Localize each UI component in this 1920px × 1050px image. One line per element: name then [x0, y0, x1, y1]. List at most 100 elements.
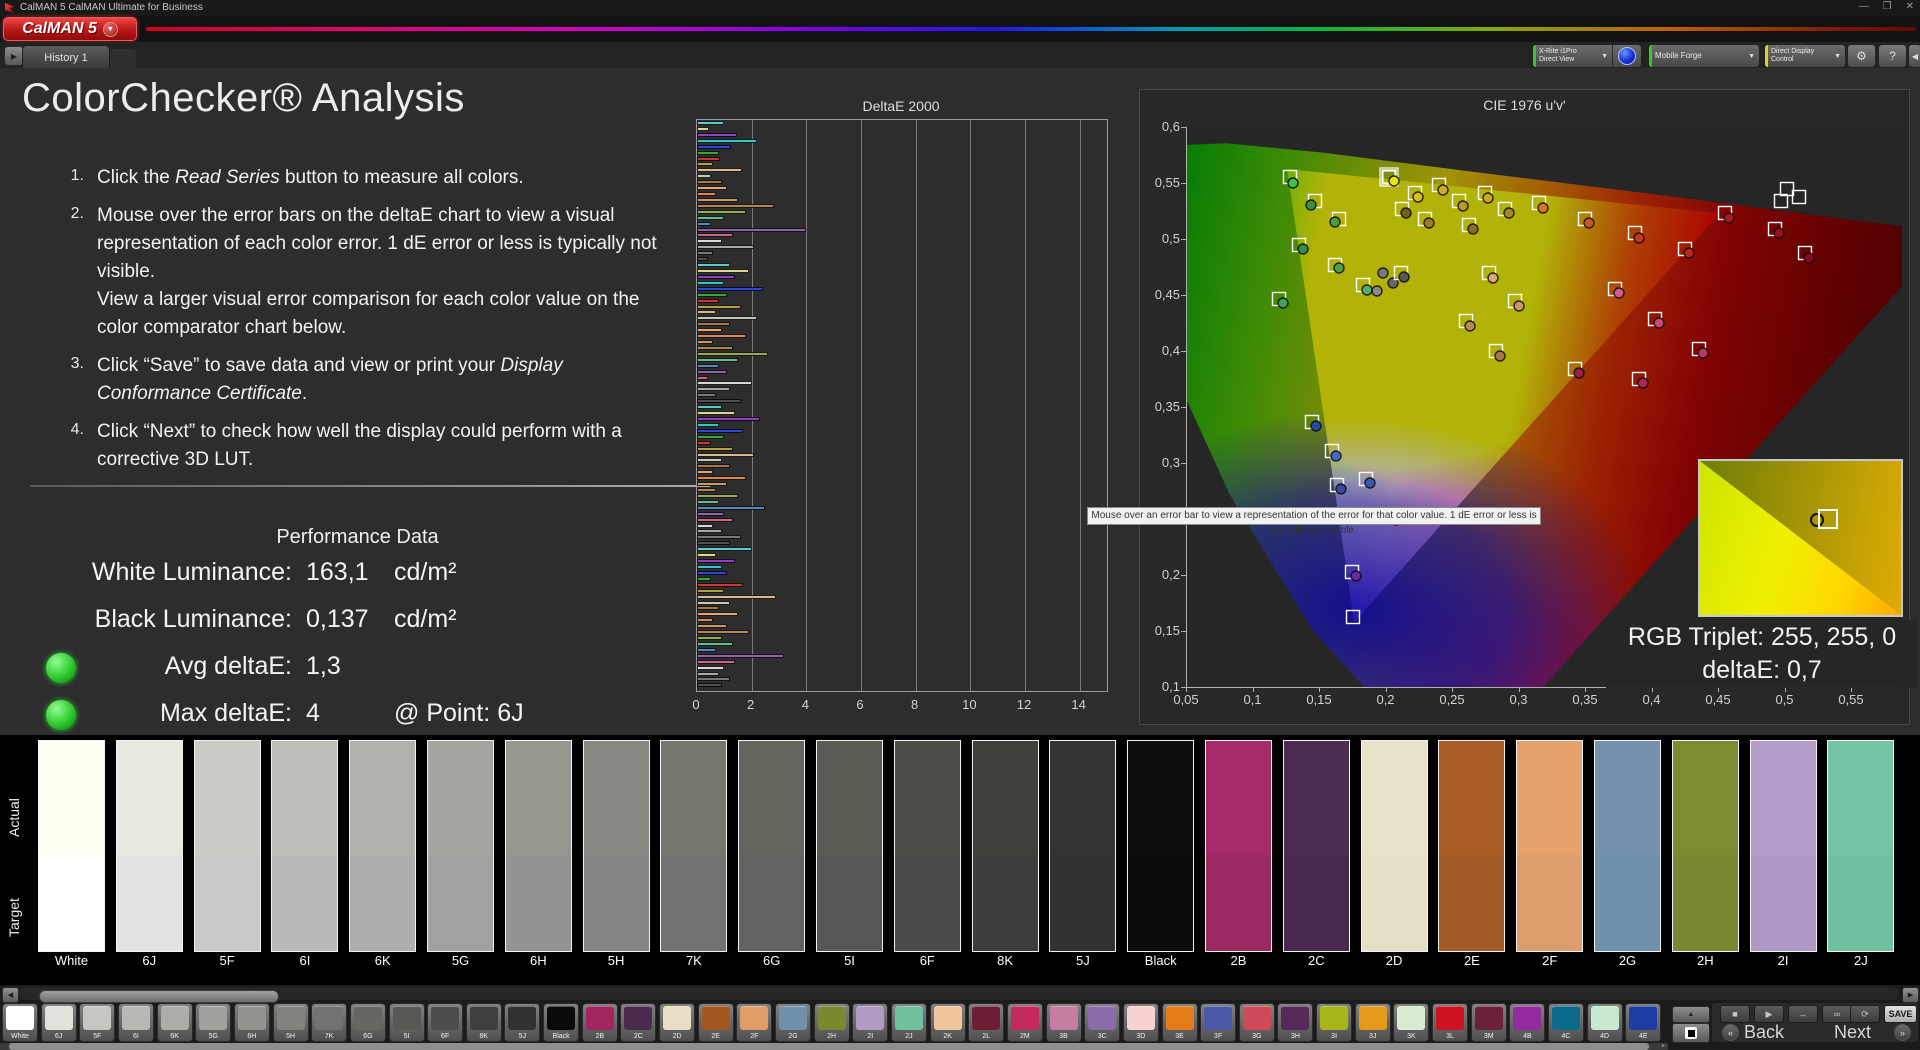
deltae-error-bar[interactable]: [697, 316, 758, 321]
swatch-column[interactable]: [1827, 740, 1895, 952]
deltae-error-bar[interactable]: [697, 215, 725, 220]
deltae-error-bar[interactable]: [697, 547, 752, 552]
deltae-error-bar[interactable]: [697, 144, 732, 149]
patch-chip[interactable]: 3H: [1277, 1003, 1314, 1042]
patch-scrollbar-track[interactable]: [19, 987, 1899, 1003]
patch-chip[interactable]: 2K: [929, 1003, 966, 1042]
next-arrow-icon[interactable]: »: [1894, 1024, 1911, 1041]
deltae-error-bar[interactable]: [697, 292, 728, 297]
deltae-error-bar[interactable]: [697, 251, 714, 256]
deltae-error-bar[interactable]: [697, 671, 719, 676]
deltae-error-bar[interactable]: [697, 570, 728, 575]
deltae-error-bar[interactable]: [697, 180, 722, 185]
deltae-error-bar[interactable]: [697, 203, 774, 208]
deltae-error-bar[interactable]: [697, 310, 717, 315]
deltae-error-bar[interactable]: [697, 505, 766, 510]
patch-chip[interactable]: 3M: [1470, 1003, 1507, 1042]
deltae-error-bar[interactable]: [697, 511, 725, 516]
deltae-error-bar[interactable]: [697, 269, 749, 273]
swatch-column[interactable]: [1594, 740, 1661, 952]
deltae-error-bar[interactable]: [697, 488, 717, 493]
chip-scrollbar-track[interactable]: [0, 1043, 1668, 1050]
patch-chip[interactable]: 2C: [620, 1003, 657, 1042]
swatch-column[interactable]: [38, 740, 105, 952]
deltae-error-bar[interactable]: [697, 121, 725, 125]
patch-chip[interactable]: 6K: [156, 1003, 193, 1042]
deltae-error-bar[interactable]: [697, 541, 730, 546]
deltae-error-bar[interactable]: [697, 174, 711, 179]
patch-chip[interactable]: 3D: [1122, 1003, 1159, 1042]
deltae-error-bar[interactable]: [697, 192, 717, 197]
deltae-error-bar[interactable]: [697, 464, 730, 469]
stop-button[interactable]: ■: [1720, 1005, 1750, 1023]
deltae-error-bar[interactable]: [697, 399, 741, 404]
deltae-error-bar[interactable]: [697, 594, 777, 599]
deltae-error-bar[interactable]: [697, 168, 743, 173]
deltae-error-bar[interactable]: [697, 476, 747, 481]
deltae-error-bar[interactable]: [697, 162, 714, 167]
scroll-right-icon[interactable]: ▶: [1902, 987, 1919, 1003]
deltae-error-bar[interactable]: [697, 422, 719, 427]
deltae-error-bar[interactable]: [697, 381, 752, 386]
swatch-column[interactable]: [1205, 740, 1272, 952]
deltae-error-bar[interactable]: [697, 440, 711, 445]
deltae-error-bar[interactable]: [697, 647, 717, 652]
deltae-error-bar[interactable]: [697, 150, 719, 155]
source-selector-button[interactable]: Mobile Forge ▼: [1648, 44, 1760, 68]
deltae-error-bar[interactable]: [697, 470, 714, 475]
deltae-error-bar[interactable]: [697, 458, 722, 463]
patch-chip[interactable]: 3F: [1200, 1003, 1237, 1042]
deltae-error-bar[interactable]: [697, 529, 722, 534]
swatch-column[interactable]: [1360, 740, 1428, 952]
swatch-column[interactable]: [893, 740, 961, 952]
patch-chip[interactable]: 2H: [813, 1003, 850, 1042]
patch-chip[interactable]: 4C: [1548, 1003, 1584, 1042]
deltae-error-bar[interactable]: [697, 452, 755, 457]
patch-chip[interactable]: 2I: [852, 1003, 889, 1042]
deltae-error-bar[interactable]: [697, 405, 722, 410]
patch-chip[interactable]: 5I: [388, 1003, 425, 1042]
swatch-column[interactable]: [1049, 740, 1117, 952]
deltae-error-bar[interactable]: [697, 209, 747, 214]
meter-mode-icon[interactable]: [1618, 47, 1636, 65]
next-button[interactable]: Next: [1834, 1022, 1871, 1043]
deltae-error-bar[interactable]: [697, 665, 725, 670]
patch-chip[interactable]: 5J: [504, 1003, 541, 1042]
deltae-error-bar[interactable]: [697, 286, 763, 291]
patch-chip[interactable]: 6J: [40, 1003, 77, 1042]
patch-chip[interactable]: 5F: [79, 1003, 116, 1042]
deltae-error-bar[interactable]: [697, 428, 744, 433]
patch-chip[interactable]: 3J: [1354, 1003, 1391, 1042]
deltae-error-bar[interactable]: [697, 659, 736, 664]
deltae-error-bar[interactable]: [697, 630, 749, 635]
deltae-error-bar[interactable]: [697, 357, 738, 362]
patch-scrollbar-thumb[interactable]: [39, 990, 279, 1003]
patch-chip[interactable]: 3B: [1045, 1003, 1082, 1042]
minimize-icon[interactable]: —: [1859, 1, 1869, 12]
collapse-button[interactable]: ◀: [1908, 44, 1920, 68]
deltae-error-bar[interactable]: [697, 138, 758, 143]
patch-chip[interactable]: White: [2, 1003, 38, 1042]
deltae-error-bar[interactable]: [697, 535, 741, 540]
deltae-error-bar[interactable]: [697, 387, 730, 392]
deltae-error-bar[interactable]: [697, 582, 744, 587]
deltae-error-bar[interactable]: [697, 411, 736, 416]
logo-menu-caret-icon[interactable]: ▼: [102, 21, 118, 37]
deltae-error-bar[interactable]: [697, 280, 725, 285]
swatch-column[interactable]: [1438, 740, 1506, 952]
range-button[interactable]: ↔: [1788, 1005, 1818, 1023]
patch-chip[interactable]: 2J: [890, 1003, 927, 1042]
patch-chip[interactable]: 6F: [427, 1003, 464, 1042]
display-control-button[interactable]: Direct Display Control ▼: [1764, 44, 1846, 68]
chevron-down-icon[interactable]: ▼: [1830, 53, 1845, 60]
back-button[interactable]: Back: [1744, 1022, 1784, 1043]
deltae-error-bar[interactable]: [697, 517, 733, 522]
deltae-error-bar[interactable]: [697, 227, 807, 232]
deltae-error-bar[interactable]: [697, 274, 736, 279]
deltae-error-bar[interactable]: [697, 417, 760, 421]
meter-selector-button[interactable]: X-Rite i1Pro Direct View ▼: [1532, 44, 1642, 68]
deltae-error-bar[interactable]: [697, 606, 719, 611]
patch-chip[interactable]: 5H: [272, 1003, 309, 1042]
deltae-error-bar[interactable]: [697, 446, 733, 451]
swatch-column[interactable]: [816, 740, 883, 952]
